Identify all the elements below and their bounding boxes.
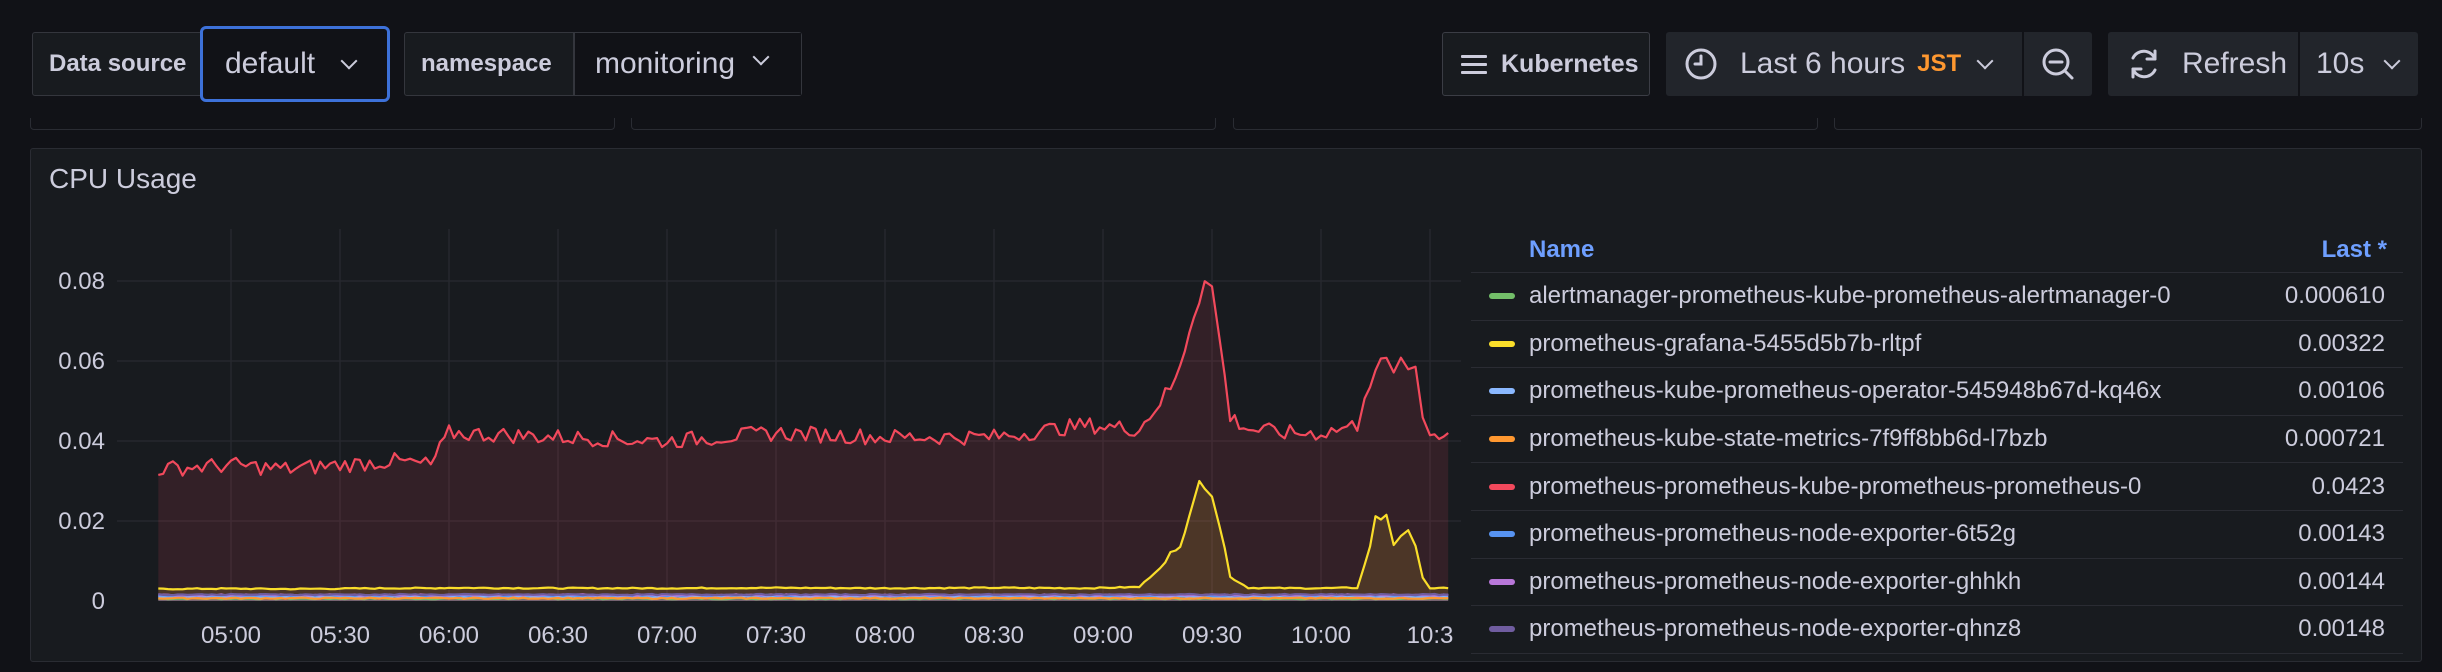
x-tick-label: 10:3 [1407, 622, 1454, 649]
panel-stub [1834, 118, 2422, 130]
legend-swatch [1489, 483, 1515, 490]
x-tick-label: 07:30 [746, 622, 806, 649]
legend-series-name: prometheus-grafana-5455d5b7b-rltpf [1529, 329, 1922, 357]
y-tick-label: 0.04 [58, 428, 105, 455]
legend-last-value: 0.0423 [2311, 472, 2385, 500]
legend-item[interactable]: prometheus-prometheus-node-exporter-qhnz… [1471, 606, 2403, 654]
legend-last-header[interactable]: Last * [2322, 236, 2387, 264]
refresh-interval-picker[interactable]: 10s [2300, 32, 2418, 96]
legend-swatch [1489, 293, 1515, 300]
panel-stub [30, 118, 615, 130]
legend-header: Name Last * [1471, 227, 2403, 273]
refresh-group: Refresh 10s [2108, 32, 2418, 96]
y-tick-label: 0.08 [58, 268, 105, 295]
chart-legend: Name Last * alertmanager-prometheus-kube… [1471, 227, 2403, 654]
data-source-select[interactable]: default [200, 26, 390, 102]
legend-last-value: 0.00106 [2298, 377, 2385, 405]
data-source-label: Data source [49, 50, 187, 77]
legend-swatch [1489, 626, 1515, 633]
panel-stub [631, 118, 1216, 130]
chevron-down-icon [340, 52, 358, 70]
time-range-picker[interactable]: Last 6 hours JST [1666, 32, 2022, 96]
x-tick-label: 07:00 [637, 622, 697, 649]
y-tick-label: 0 [92, 588, 105, 615]
timezone-badge: JST [1917, 50, 1962, 77]
zoom-out-button[interactable] [2024, 32, 2092, 96]
cpu-usage-chart[interactable]: 0 0.02 0.04 0.06 0.08 05:00 05:30 06:00 06:30 07:… [31, 149, 1461, 663]
time-range-value: Last 6 hours [1740, 47, 1906, 80]
series-line[interactable] [158, 596, 1449, 600]
kubernetes-links-button[interactable]: Kubernetes [1442, 32, 1650, 96]
legend-last-value: 0.000721 [2284, 425, 2385, 453]
chevron-down-icon [1976, 52, 1994, 70]
legend-item[interactable]: prometheus-kube-prometheus-operator-5459… [1471, 368, 2403, 416]
x-tick-label: 08:00 [855, 622, 915, 649]
namespace-variable: namespace monitoring [404, 32, 802, 96]
legend-series-name: prometheus-prometheus-node-exporter-ghhk… [1529, 567, 2022, 595]
legend-last-value: 0.00322 [2298, 329, 2385, 357]
time-range-group: Last 6 hours JST [1666, 32, 2030, 96]
x-tick-label: 09:30 [1182, 622, 1242, 649]
y-tick-label: 0.06 [58, 348, 105, 375]
legend-last-value: 0.00144 [2298, 567, 2385, 595]
refresh-interval-value: 10s [2316, 47, 2365, 80]
legend-swatch [1489, 531, 1515, 538]
legend-series-name: prometheus-prometheus-node-exporter-qhnz… [1529, 615, 2022, 643]
x-tick-label: 10:00 [1291, 622, 1351, 649]
legend-series-name: prometheus-prometheus-kube-prometheus-pr… [1529, 472, 2142, 500]
dashboard-toolbar: Data source default namespace monitoring… [0, 0, 2442, 128]
series-line[interactable] [158, 592, 1449, 597]
x-tick-label: 06:00 [419, 622, 479, 649]
refresh-icon [2131, 49, 2157, 79]
menu-icon [1461, 55, 1487, 74]
legend-item[interactable]: prometheus-prometheus-node-exporter-ghhk… [1471, 559, 2403, 607]
legend-item[interactable]: prometheus-kube-state-metrics-7f9ff8bb6d… [1471, 416, 2403, 464]
legend-series-name: prometheus-prometheus-node-exporter-6t52… [1529, 520, 2016, 548]
refresh-button[interactable]: Refresh [2108, 32, 2298, 96]
legend-series-name: alertmanager-prometheus-kube-prometheus-… [1529, 282, 2171, 310]
legend-item[interactable]: prometheus-grafana-5455d5b7b-rltpf 0.0032… [1471, 321, 2403, 369]
legend-swatch [1489, 388, 1515, 395]
x-tick-label: 08:30 [964, 622, 1024, 649]
legend-last-value: 0.00143 [2298, 520, 2385, 548]
cpu-usage-panel[interactable]: CPU Usage 0 0.02 0.04 0.06 0.08 05:00 05:30 06:… [30, 148, 2422, 662]
legend-swatch [1489, 578, 1515, 585]
x-tick-label: 05:00 [201, 622, 261, 649]
legend-item[interactable]: prometheus-prometheus-kube-prometheus-pr… [1471, 463, 2403, 511]
legend-last-value: 0.00148 [2298, 615, 2385, 643]
y-tick-label: 0.02 [58, 508, 105, 535]
data-source-value: default [225, 47, 316, 80]
kubernetes-label: Kubernetes [1501, 49, 1639, 78]
namespace-select[interactable]: monitoring [575, 33, 801, 95]
legend-name-header[interactable]: Name [1529, 236, 1594, 264]
namespace-value: monitoring [595, 47, 736, 80]
x-tick-label: 05:30 [310, 622, 370, 649]
clock-icon [1685, 48, 1717, 80]
legend-rows: alertmanager-prometheus-kube-prometheus-… [1471, 273, 2403, 654]
legend-last-value: 0.000610 [2284, 282, 2385, 310]
legend-swatch [1489, 436, 1515, 443]
x-tick-label: 06:30 [528, 622, 588, 649]
panel-stub [1233, 118, 1818, 130]
legend-series-name: prometheus-kube-prometheus-operator-5459… [1529, 377, 2162, 405]
legend-swatch [1489, 340, 1515, 347]
legend-item[interactable]: alertmanager-prometheus-kube-prometheus-… [1471, 273, 2403, 321]
legend-series-name: prometheus-kube-state-metrics-7f9ff8bb6d… [1529, 425, 2048, 453]
namespace-label: namespace [421, 50, 552, 77]
x-tick-label: 09:00 [1073, 622, 1133, 649]
chevron-down-icon [2383, 52, 2401, 70]
refresh-label: Refresh [2182, 47, 2288, 80]
zoom-out-icon [2042, 48, 2074, 80]
chevron-down-icon [752, 48, 770, 66]
legend-item[interactable]: prometheus-prometheus-node-exporter-6t52… [1471, 511, 2403, 559]
